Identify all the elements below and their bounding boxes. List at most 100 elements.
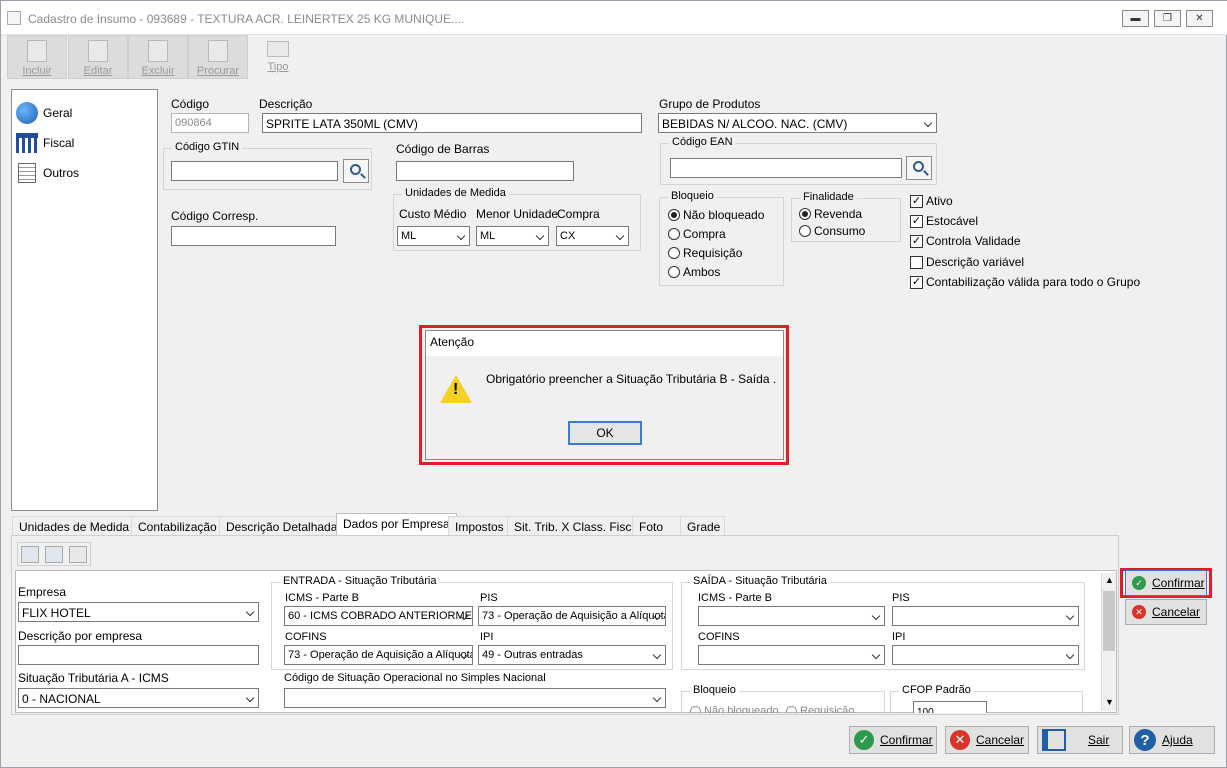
descricao-field[interactable]: SPRITE LATA 350ML (CMV) (262, 113, 642, 133)
codigo-field[interactable]: 090864 (171, 113, 249, 133)
descricao-label: Descrição (259, 97, 313, 111)
scroll-up-icon[interactable]: ▲ (1105, 575, 1114, 585)
bloqueio-option-label: Ambos (683, 265, 721, 279)
saida-pis-select[interactable] (892, 606, 1079, 626)
contabilizacao-grupo-checkbox[interactable]: ✓ (910, 276, 923, 289)
sair-button[interactable]: Sair (1037, 726, 1123, 754)
controla-validade-checkbox[interactable]: ✓ (910, 235, 923, 248)
entrada-pis-select[interactable]: 73 - Operação de Aquisição a Alíquota Z (478, 606, 666, 626)
menor-select[interactable]: ML (476, 226, 549, 246)
entrada-ipi-label: IPI (480, 631, 494, 643)
gtin-label: Código GTIN (172, 141, 243, 153)
nav-item-label: Outros (43, 166, 80, 180)
tab-grade[interactable]: Grade (680, 516, 725, 535)
window-title: Cadastro de Insumo - 093689 - TEXTURA AC… (28, 12, 465, 26)
grupo-select[interactable]: BEBIDAS N/ ALCOO. NAC. (CMV) (658, 113, 937, 133)
entrada-icms-select[interactable]: 60 - ICMS COBRADO ANTERIORMEN (284, 606, 473, 626)
side-cancelar-label: Cancelar (1152, 605, 1201, 619)
excluir-button[interactable]: Excluir (128, 35, 188, 79)
nav-item-outros[interactable]: Outros (16, 163, 79, 183)
ativo-label: Ativo (926, 194, 953, 208)
panel-scrollbar[interactable]: ▲ ▼ (1101, 573, 1116, 711)
entrada-ipi-select[interactable]: 49 - Outras entradas (478, 645, 666, 665)
incluir-label: Incluir (22, 65, 52, 77)
finalidade-title: Finalidade (800, 191, 857, 203)
tab-impostos[interactable]: Impostos (448, 516, 511, 535)
new-record-icon[interactable] (21, 546, 39, 563)
cfop-field[interactable]: 100 (913, 701, 987, 713)
cfop-viewport: 100 (913, 701, 987, 713)
descricao-variavel-checkbox[interactable] (910, 256, 923, 269)
barras-field[interactable] (396, 161, 574, 181)
entrada-icms-label: ICMS - Parte B (285, 592, 359, 604)
bloqueio-radio-compra[interactable] (668, 228, 680, 240)
side-confirmar-label: Confirmar (1152, 576, 1205, 590)
cancelar-label: Cancelar (976, 733, 1025, 747)
finalidade-option-label: Consumo (814, 224, 866, 238)
saida-bloqueio-radio[interactable] (690, 706, 701, 713)
empresa-select[interactable]: FLIX HOTEL (18, 602, 259, 622)
saida-icms-select[interactable] (698, 606, 885, 626)
nav-item-fiscal[interactable]: Fiscal (16, 133, 74, 153)
saida-bloqueio-option-label: Não bloqueado (704, 705, 779, 713)
side-cancelar-button[interactable]: ✕ Cancelar (1125, 599, 1207, 625)
scroll-thumb[interactable] (1103, 591, 1115, 651)
finalidade-radio-consumo[interactable] (799, 225, 811, 237)
sit-trib-a-select[interactable]: 0 - NACIONAL (18, 688, 259, 708)
estocavel-checkbox[interactable]: ✓ (910, 215, 923, 228)
bloqueio-title: Bloqueio (668, 190, 717, 202)
minimize-button[interactable]: ▬ (1122, 10, 1149, 27)
tab-sit-trib[interactable]: Sit. Trib. X Class. Fiscal (507, 516, 648, 535)
tab-foto[interactable]: Foto (632, 516, 681, 535)
incluir-button[interactable]: Incluir (7, 35, 67, 79)
confirmar-button[interactable]: ✓ Confirmar (849, 726, 937, 754)
bloqueio-radio-nao-bloqueado[interactable] (668, 209, 680, 221)
gtin-search-button[interactable] (343, 159, 369, 183)
nav-item-geral[interactable]: Geral (16, 102, 72, 124)
tab-dados-por-empresa[interactable]: Dados por Empresa (336, 513, 457, 536)
gtin-field[interactable] (171, 161, 338, 181)
bloqueio-radio-requisicao[interactable] (668, 247, 680, 259)
corresp-label: Código Corresp. (171, 209, 259, 223)
finalidade-radio-revenda[interactable] (799, 208, 811, 220)
saida-cofins-select[interactable] (698, 645, 885, 665)
saida-bloqueio-options: Não bloqueado Requisição (690, 705, 886, 713)
scroll-down-icon[interactable]: ▼ (1105, 697, 1114, 707)
bloqueio-radio-ambos[interactable] (668, 266, 680, 278)
close-button[interactable]: ✕ (1186, 10, 1213, 27)
saida-pis-label: PIS (892, 592, 910, 604)
simples-select[interactable] (284, 688, 666, 708)
saida-bloqueio-radio[interactable] (786, 706, 797, 713)
restore-button[interactable]: ❐ (1154, 10, 1181, 27)
dialog-message: Obrigatório preencher a Situação Tributá… (486, 372, 777, 386)
procurar-label: Procurar (196, 65, 240, 77)
corresp-field[interactable] (171, 226, 336, 246)
compra-select[interactable]: CX (556, 226, 629, 246)
desc-empresa-field[interactable] (18, 645, 259, 665)
saida-ipi-select[interactable] (892, 645, 1079, 665)
ajuda-label: Ajuda (1162, 733, 1193, 747)
search-icon (913, 161, 924, 172)
ok-button[interactable]: OK (568, 421, 642, 445)
ean-search-button[interactable] (906, 156, 932, 180)
delete-record-icon[interactable] (69, 546, 87, 563)
tab-unidades-medida[interactable]: Unidades de Medida (12, 516, 137, 535)
tab-contabilizacao[interactable]: Contabilização (131, 516, 224, 535)
edit-record-icon[interactable] (45, 546, 63, 563)
side-confirmar-button[interactable]: ✓ Confirmar (1125, 570, 1207, 596)
tab-descricao-detalhada[interactable]: Descrição Detalhada (219, 516, 345, 535)
custo-select[interactable]: ML (397, 226, 470, 246)
ativo-checkbox[interactable]: ✓ (910, 195, 923, 208)
globe-icon (16, 102, 38, 124)
tipo-button[interactable]: Tipo (260, 39, 296, 73)
editar-button[interactable]: Editar (68, 35, 128, 79)
ean-field[interactable] (670, 158, 902, 178)
list-icon (267, 41, 289, 57)
app-icon (7, 11, 21, 25)
controla-validade-label: Controla Validade (926, 234, 1021, 248)
entrada-cofins-select[interactable]: 73 - Operação de Aquisição a Alíquota Z (284, 645, 473, 665)
procurar-button[interactable]: Procurar (188, 35, 248, 79)
ajuda-button[interactable]: ? Ajuda (1129, 726, 1215, 754)
search-icon (350, 164, 361, 175)
cancelar-button[interactable]: ✕ Cancelar (945, 726, 1029, 754)
